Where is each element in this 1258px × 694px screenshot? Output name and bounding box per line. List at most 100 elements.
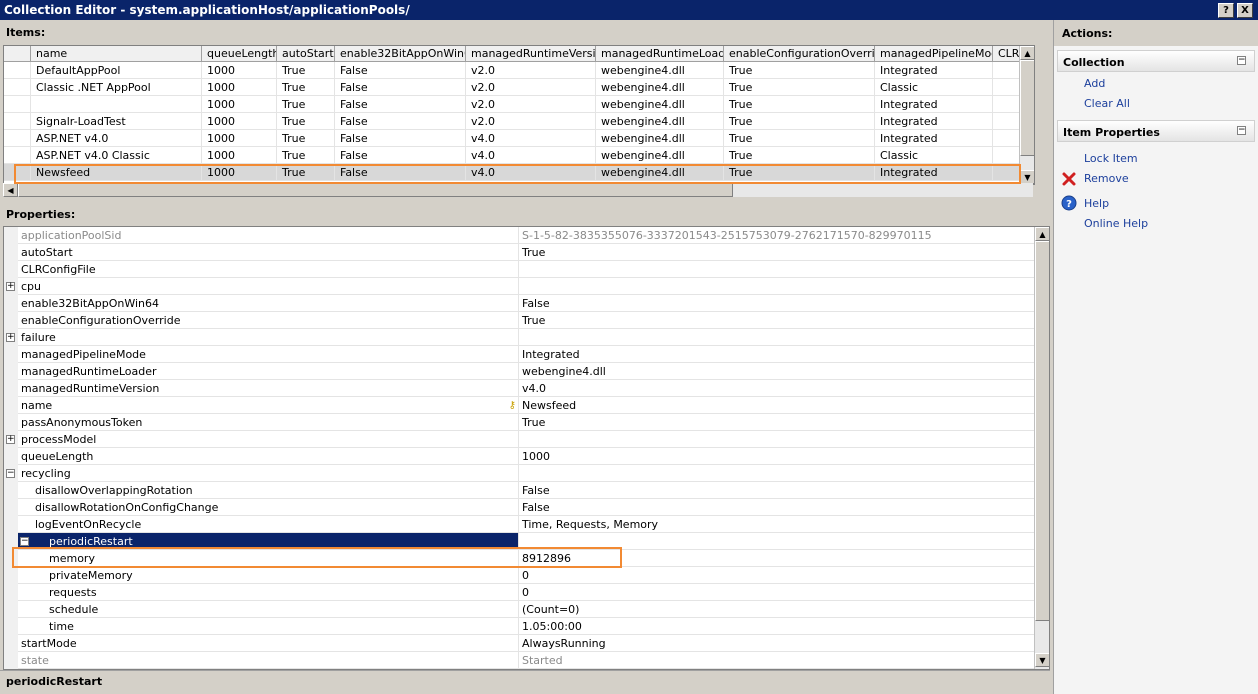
column-header-enableconfigurationoverride[interactable]: enableConfigurationOverride [724,46,875,62]
property-value[interactable]: True [519,414,1034,431]
property-row-enable32bitapponwin64[interactable]: enable32BitAppOnWin64 False [4,295,1034,312]
property-row-queuelength[interactable]: queueLength 1000 [4,448,1034,465]
row-selector[interactable] [4,113,31,130]
property-value[interactable] [519,465,1034,482]
property-value[interactable]: 1.05:00:00 [519,618,1034,635]
property-value[interactable]: S-1-5-82-3835355076-3337201543-251575307… [519,227,1034,244]
expand-icon[interactable]: + [6,282,15,291]
property-row-autostart[interactable]: autoStart True [4,244,1034,261]
collection-group-header[interactable]: Collection − [1057,50,1255,72]
items-horizontal-scrollbar[interactable]: ◀ [3,183,1033,197]
property-value[interactable]: Integrated [519,346,1034,363]
property-value[interactable]: False [519,499,1034,516]
property-row-managedpipelinemode[interactable]: managedPipelineMode Integrated [4,346,1034,363]
property-row-time[interactable]: time 1.05:00:00 [4,618,1034,635]
property-value[interactable] [519,533,1034,550]
scroll-up-icon[interactable]: ▲ [1035,227,1049,241]
items-vertical-scrollbar[interactable]: ▲ ▼ [1019,46,1034,184]
property-row-schedule[interactable]: schedule (Count=0) [4,601,1034,618]
property-value[interactable]: Time, Requests, Memory [519,516,1034,533]
property-value[interactable]: Newsfeed [519,397,1034,414]
lock-item-link[interactable]: Lock Item [1084,152,1138,165]
scroll-down-icon[interactable]: ▼ [1020,170,1034,184]
row-selector[interactable] [4,164,31,181]
property-value[interactable] [519,261,1034,278]
scroll-thumb[interactable] [1020,60,1034,156]
expand-icon[interactable]: + [6,333,15,342]
collapse-icon[interactable]: − [1237,56,1246,65]
property-row-failure[interactable]: + failure [4,329,1034,346]
property-row-periodicrestart[interactable]: − periodicRestart [4,533,1034,550]
clear-all-link[interactable]: Clear All [1084,97,1130,110]
row-selector[interactable] [4,79,31,96]
property-value[interactable]: AlwaysRunning [519,635,1034,652]
help-link[interactable]: Help [1084,197,1109,210]
property-row-startmode[interactable]: startMode AlwaysRunning [4,635,1034,652]
row-selector[interactable] [4,130,31,147]
column-header-name[interactable]: name [31,46,202,62]
property-row-managedruntimeversion[interactable]: managedRuntimeVersion v4.0 [4,380,1034,397]
property-value[interactable] [519,329,1034,346]
scroll-down-icon[interactable]: ▼ [1035,653,1049,667]
property-row-state[interactable]: state Started [4,652,1034,669]
table-row[interactable]: ASP.NET v4.0 1000 True False v4.0 webengine4.… [4,130,1034,147]
property-value[interactable]: False [519,482,1034,499]
scroll-thumb[interactable] [1035,241,1049,621]
row-selector[interactable] [4,96,31,113]
column-header-managedpipelinemode[interactable]: managedPipelineMode [875,46,993,62]
property-row-applicationpoolsid[interactable]: applicationPoolSid S-1-5-82-3835355076-33… [4,227,1034,244]
item-properties-group-header[interactable]: Item Properties − [1057,120,1255,142]
scroll-left-icon[interactable]: ◀ [3,183,18,197]
add-link[interactable]: Add [1084,77,1105,90]
online-help-link[interactable]: Online Help [1084,217,1148,230]
collapse-icon[interactable]: − [1237,126,1246,135]
property-value[interactable]: 0 [519,584,1034,601]
property-row-requests[interactable]: requests 0 [4,584,1034,601]
property-row-passanonymoustoken[interactable]: passAnonymousToken True [4,414,1034,431]
row-selector[interactable] [4,62,31,79]
help-icon[interactable]: ? [1061,195,1077,211]
property-row-enableconfigurationoverride[interactable]: enableConfigurationOverride True [4,312,1034,329]
scroll-up-icon[interactable]: ▲ [1020,46,1034,60]
property-row-processmodel[interactable]: + processModel [4,431,1034,448]
property-row-disallowoverlappingrotation[interactable]: disallowOverlappingRotation False [4,482,1034,499]
property-row-privatememory[interactable]: privateMemory 0 [4,567,1034,584]
properties-vertical-scrollbar[interactable]: ▲ ▼ [1034,227,1049,669]
property-row-disallowrotationonconfigchange[interactable]: disallowRotationOnConfigChange False [4,499,1034,516]
property-row-cpu[interactable]: + cpu [4,278,1034,295]
property-value[interactable] [519,278,1034,295]
help-button[interactable]: ? [1218,3,1234,18]
table-row[interactable]: Signalr-LoadTest 1000 True False v2.0 webengi… [4,113,1034,130]
close-button[interactable]: X [1237,3,1253,18]
horizontal-scroll-thumb[interactable] [18,183,733,197]
column-header-autostart[interactable]: autoStart [277,46,335,62]
property-value[interactable]: Started [519,652,1034,669]
property-row-logeventonrecycle[interactable]: logEventOnRecycle Time, Requests, Memory [4,516,1034,533]
row-selector[interactable] [4,147,31,164]
remove-icon[interactable] [1061,171,1077,187]
expand-icon[interactable]: + [6,435,15,444]
column-header-queuelength[interactable]: queueLength [202,46,277,62]
property-value[interactable]: False [519,295,1034,312]
property-row-clrconfigfile[interactable]: CLRConfigFile [4,261,1034,278]
table-row[interactable]: DefaultAppPool 1000 True False v2.0 webengine… [4,62,1034,79]
property-value[interactable]: 1000 [519,448,1034,465]
property-value[interactable]: 0 [519,567,1034,584]
table-row[interactable]: ASP.NET v4.0 Classic 1000 True False v4.0 web… [4,147,1034,164]
property-row-recycling[interactable]: − recycling [4,465,1034,482]
property-value[interactable]: True [519,244,1034,261]
table-row[interactable]: Classic .NET AppPool 1000 True False v2.0 web… [4,79,1034,96]
collapse-icon[interactable]: − [20,537,29,546]
property-row-name[interactable]: name ⚷ Newsfeed [4,397,1034,414]
property-value[interactable]: 8912896 [519,550,1034,567]
table-row[interactable]: Newsfeed 1000 True False v4.0 webengine4.dll T… [4,164,1034,181]
property-value[interactable]: v4.0 [519,380,1034,397]
remove-link[interactable]: Remove [1084,172,1129,185]
column-header-managedruntimeversion[interactable]: managedRuntimeVersion [466,46,596,62]
column-header-managedruntimeloader[interactable]: managedRuntimeLoader [596,46,724,62]
collapse-icon[interactable]: − [6,469,15,478]
property-value[interactable]: (Count=0) [519,601,1034,618]
property-row-managedruntimeloader[interactable]: managedRuntimeLoader webengine4.dll [4,363,1034,380]
property-value[interactable]: webengine4.dll [519,363,1034,380]
table-row[interactable]: 1000 True False v2.0 webengine4.dll True Integ… [4,96,1034,113]
